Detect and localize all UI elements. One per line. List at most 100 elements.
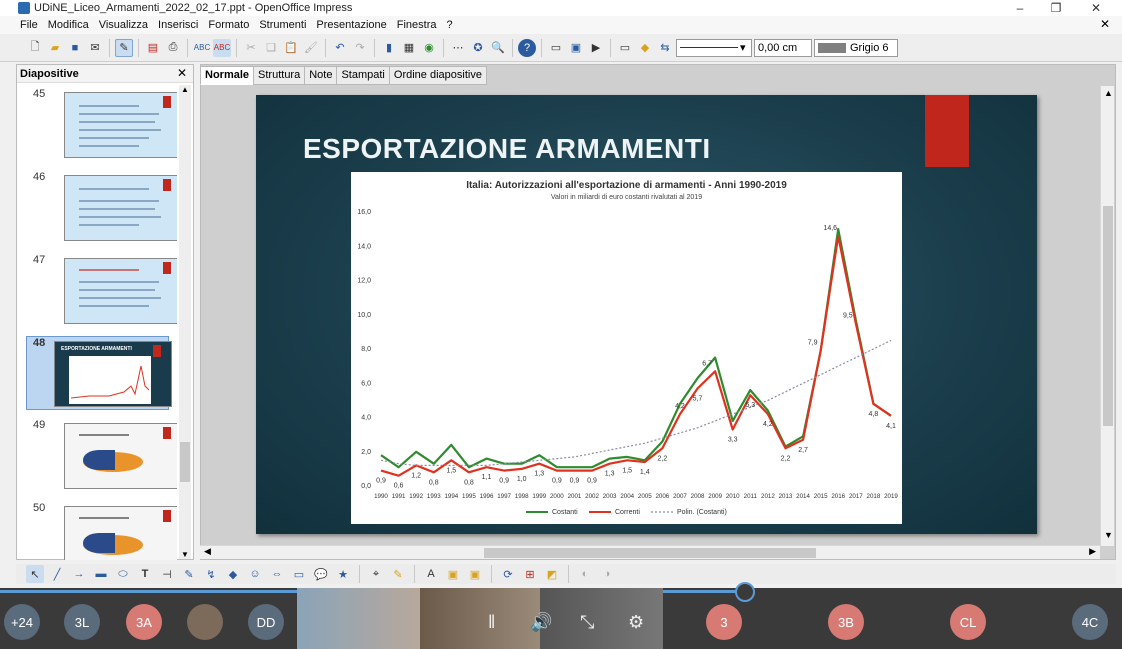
close-icon[interactable]: ✕ [1076,0,1116,16]
participant-video-1[interactable] [297,588,420,649]
navigator-icon[interactable]: ✪ [469,39,487,57]
export-pdf-icon[interactable]: ▤ [144,39,162,57]
spellcheck-icon[interactable]: ABC [193,39,211,57]
rotate-icon[interactable]: ⟳ [499,565,517,583]
menu-strumenti[interactable]: Strumenti [259,19,306,31]
tab-stampati[interactable]: Stampati [336,66,390,85]
grid-icon[interactable]: ⋯ [449,39,467,57]
extrusion-icon[interactable]: ◐ [576,565,594,583]
slide-thumbnail-49[interactable]: 49 [27,419,177,489]
slide-thumbnail-45[interactable]: 45 [27,88,177,158]
slides-panel-scrollbar[interactable]: ▲ ▼ [179,85,191,559]
arrange-icon[interactable]: ◩ [543,565,561,583]
participant-3b[interactable]: 3B [828,604,864,640]
table-icon[interactable]: ▦ [400,39,418,57]
save-icon[interactable]: ■ [66,39,84,57]
basic-shapes-icon[interactable]: ◆ [224,565,242,583]
gallery-icon[interactable]: ◉ [420,39,438,57]
participant-video-2[interactable] [420,588,540,649]
participant-3a[interactable]: 3A [126,604,162,640]
align-icon[interactable]: ⊞ [521,565,539,583]
slide-show-icon[interactable]: ▶ [587,39,605,57]
menu-inserisci[interactable]: Inserisci [158,19,198,31]
participant-more[interactable]: +24 [4,604,40,640]
slide-thumbnail-48[interactable]: 48 ESPORTAZIONE ARMAMENTI [26,336,172,410]
points-icon[interactable]: ⌖ [367,565,385,583]
menu-visualizza[interactable]: Visualizza [99,19,148,31]
slide-title[interactable]: ESPORTAZIONE ARMAMENTI [303,133,711,165]
from-file-icon[interactable]: ▣ [444,565,462,583]
tab-struttura[interactable]: Struttura [253,66,306,85]
participant-cl[interactable]: CL [950,604,986,640]
slide-thumbnail-47[interactable]: 47 [27,254,177,324]
slide-design-icon[interactable]: ▣ [567,39,585,57]
display-icon[interactable]: ▭ [616,39,634,57]
email-icon[interactable]: ✉ [86,39,104,57]
chart-icon[interactable]: ▮ [380,39,398,57]
slide-layout-icon[interactable]: ▭ [547,39,565,57]
rectangle-icon[interactable]: ▬ [92,565,110,583]
paste-icon[interactable]: 📋 [282,39,300,57]
menu-help[interactable]: ? [447,19,453,31]
participant-dd[interactable]: DD [248,604,284,640]
chart-box[interactable]: Italia: Autorizzazioni all'esportazione … [351,172,902,524]
autospellcheck-icon[interactable]: ABC [213,38,231,57]
panel-close-icon[interactable]: ✕ [177,66,187,80]
fill-color-select[interactable]: Grigio 6 [814,38,898,57]
format-paintbrush-icon[interactable]: 🖌 [302,39,320,57]
flowchart-icon[interactable]: ▭ [290,565,308,583]
participant-3l[interactable]: 3L [64,604,100,640]
line-color-icon[interactable]: ◆ [636,39,654,57]
fontwork-icon[interactable]: A [422,565,440,583]
menu-modifica[interactable]: Modifica [48,19,89,31]
editor-vertical-scrollbar[interactable]: ▲ ▼ [1100,86,1114,546]
tab-ordine-diapositive[interactable]: Ordine diapositive [388,66,487,85]
restore-icon[interactable]: ❐ [1036,0,1076,16]
curve-icon[interactable]: ✎ [180,565,198,583]
redo-icon[interactable]: ↷ [351,39,369,57]
print-icon[interactable]: ⎙ [164,39,182,57]
minimize-icon[interactable]: – [1000,0,1040,16]
menu-presentazione[interactable]: Presentazione [316,19,386,31]
text-tool-icon[interactable]: T [136,565,154,583]
ellipse-icon[interactable]: ⬭ [114,565,132,583]
exit-fullscreen-icon[interactable]: ⤡ [580,612,594,633]
slide-thumbnail-50[interactable]: 50 [27,502,177,560]
block-arrows-icon[interactable]: ⇔ [268,565,286,583]
arrow-style-icon[interactable]: ⇆ [656,39,674,57]
callouts-icon[interactable]: 💬 [312,565,330,583]
line-tool-icon[interactable]: ╱ [48,565,66,583]
participant-4c[interactable]: 4C [1072,604,1108,640]
tab-normale[interactable]: Normale [200,66,255,85]
glue-points-icon[interactable]: ✎ [389,565,407,583]
document-close-icon[interactable]: ✕ [1100,17,1110,31]
slide-canvas[interactable]: ESPORTAZIONE ARMAMENTI Italia: Autorizza… [256,95,1037,534]
presentation-progress-handle[interactable] [735,582,755,602]
zoom-icon[interactable]: 🔍 [489,39,507,57]
edit-file-icon[interactable]: ✎ [115,38,133,57]
arrow-line-icon[interactable]: → [70,565,88,583]
slide-thumbnail-46[interactable]: 46 [27,171,177,241]
menu-file[interactable]: File [20,19,38,31]
tab-note[interactable]: Note [304,66,338,85]
menu-finestra[interactable]: Finestra [397,19,437,31]
copy-icon[interactable]: ❏ [262,39,280,57]
help-icon[interactable]: ? [518,38,536,57]
cut-icon[interactable]: ✂ [242,39,260,57]
open-folder-icon[interactable]: ▰ [46,39,64,57]
participant-3[interactable]: 3 [706,604,742,640]
line-style-select[interactable]: ▾ [676,38,752,57]
new-document-icon[interactable]: 🗋 [26,39,44,57]
stars-icon[interactable]: ★ [334,565,352,583]
symbol-shapes-icon[interactable]: ☺ [246,565,264,583]
undo-icon[interactable]: ↶ [331,39,349,57]
connectors-icon[interactable]: ↯ [202,565,220,583]
participant-photo-avatar[interactable] [187,604,223,640]
editor-horizontal-scrollbar[interactable]: ◀ ▶ [200,545,1100,559]
gallery-icon[interactable]: ▣ [466,565,484,583]
connector-icon[interactable]: ⊣ [158,565,176,583]
3d-effects-icon[interactable]: ◑ [598,565,616,583]
menu-formato[interactable]: Formato [208,19,249,31]
pause-icon[interactable]: ‖ [488,612,495,633]
volume-icon[interactable]: 🔊 [530,612,552,633]
